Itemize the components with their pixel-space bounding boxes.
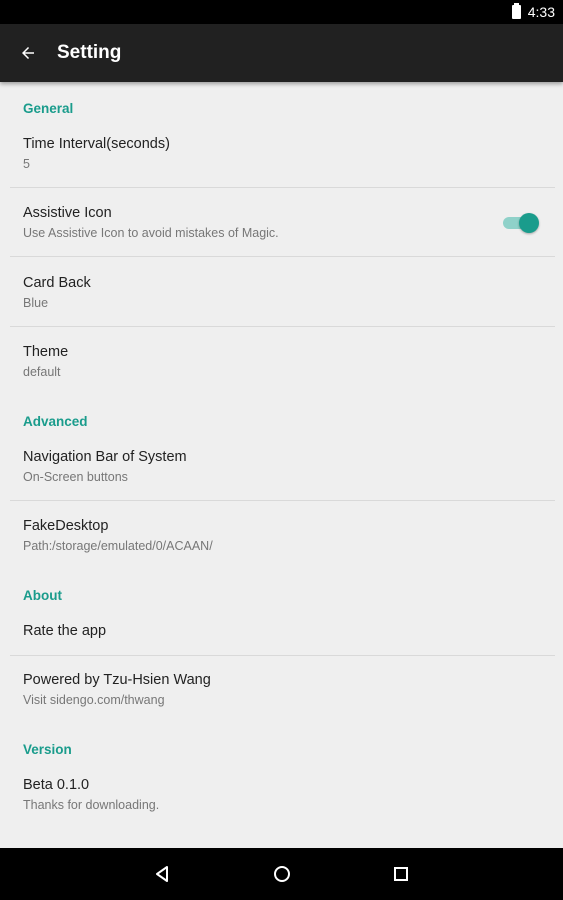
divider <box>10 256 555 257</box>
pref-summary: On-Screen buttons <box>23 470 128 484</box>
system-nav-bar <box>0 848 563 900</box>
pref-summary: Use Assistive Icon to avoid mistakes of … <box>23 226 279 240</box>
circle-home-icon <box>274 866 290 882</box>
pref-time-interval[interactable]: Time Interval(seconds) 5 <box>0 124 555 188</box>
divider <box>10 500 555 501</box>
pref-fake-desktop[interactable]: FakeDesktop Path:/storage/emulated/0/ACA… <box>0 506 555 570</box>
pref-powered-by[interactable]: Powered by Tzu-Hsien Wang Visit sidengo.… <box>0 662 555 726</box>
pref-title: Rate the app <box>23 623 107 639</box>
divider <box>10 187 555 188</box>
pref-summary: Visit sidengo.com/thwang <box>23 693 165 707</box>
pref-summary: Path:/storage/emulated/0/ACAAN/ <box>23 539 213 553</box>
section-header-advanced: Advanced <box>23 414 88 429</box>
nav-back-button[interactable] <box>148 860 176 888</box>
section-header-general: General <box>23 101 74 116</box>
pref-summary: default <box>23 365 61 379</box>
pref-card-back[interactable]: Card Back Blue <box>0 263 555 327</box>
pref-summary: 5 <box>23 157 30 171</box>
pref-title: Assistive Icon <box>23 205 112 221</box>
arrow-back-icon <box>22 47 34 59</box>
pref-title: Powered by Tzu-Hsien Wang <box>23 672 211 688</box>
pref-title: FakeDesktop <box>23 518 109 534</box>
pref-rate-app[interactable]: Rate the app <box>0 612 555 654</box>
section-header-about: About <box>23 588 62 603</box>
pref-assistive-icon[interactable]: Assistive Icon Use Assistive Icon to avo… <box>0 193 555 257</box>
back-button[interactable] <box>8 33 48 73</box>
status-time: 4:33 <box>527 4 555 20</box>
pref-title: Time Interval(seconds) <box>23 136 170 152</box>
section-header-version: Version <box>23 742 72 757</box>
triangle-back-icon <box>156 866 168 882</box>
status-bar: 4:33 <box>0 0 563 24</box>
settings-list[interactable]: General Time Interval(seconds) 5 Assisti… <box>0 82 563 848</box>
pref-title: Navigation Bar of System <box>23 449 187 465</box>
switch-thumb <box>519 213 539 233</box>
pref-summary: Thanks for downloading. <box>23 798 160 812</box>
pref-title: Card Back <box>23 275 91 291</box>
nav-home-button[interactable] <box>268 860 296 888</box>
pref-title: Theme <box>23 344 69 360</box>
divider <box>10 326 555 327</box>
page-title: Setting <box>57 42 122 63</box>
pref-summary: Blue <box>23 296 49 310</box>
pref-navigation-bar[interactable]: Navigation Bar of System On-Screen butto… <box>0 437 555 501</box>
battery-icon <box>512 3 521 19</box>
pref-version[interactable]: Beta 0.1.0 Thanks for downloading. <box>0 765 555 829</box>
pref-title: Beta 0.1.0 <box>23 777 90 793</box>
assistive-icon-switch[interactable] <box>503 213 539 233</box>
divider <box>10 655 555 656</box>
square-recents-icon <box>394 867 408 881</box>
app-bar: Setting <box>0 24 563 82</box>
nav-recents-button[interactable] <box>387 860 415 888</box>
pref-theme[interactable]: Theme default <box>0 332 555 396</box>
